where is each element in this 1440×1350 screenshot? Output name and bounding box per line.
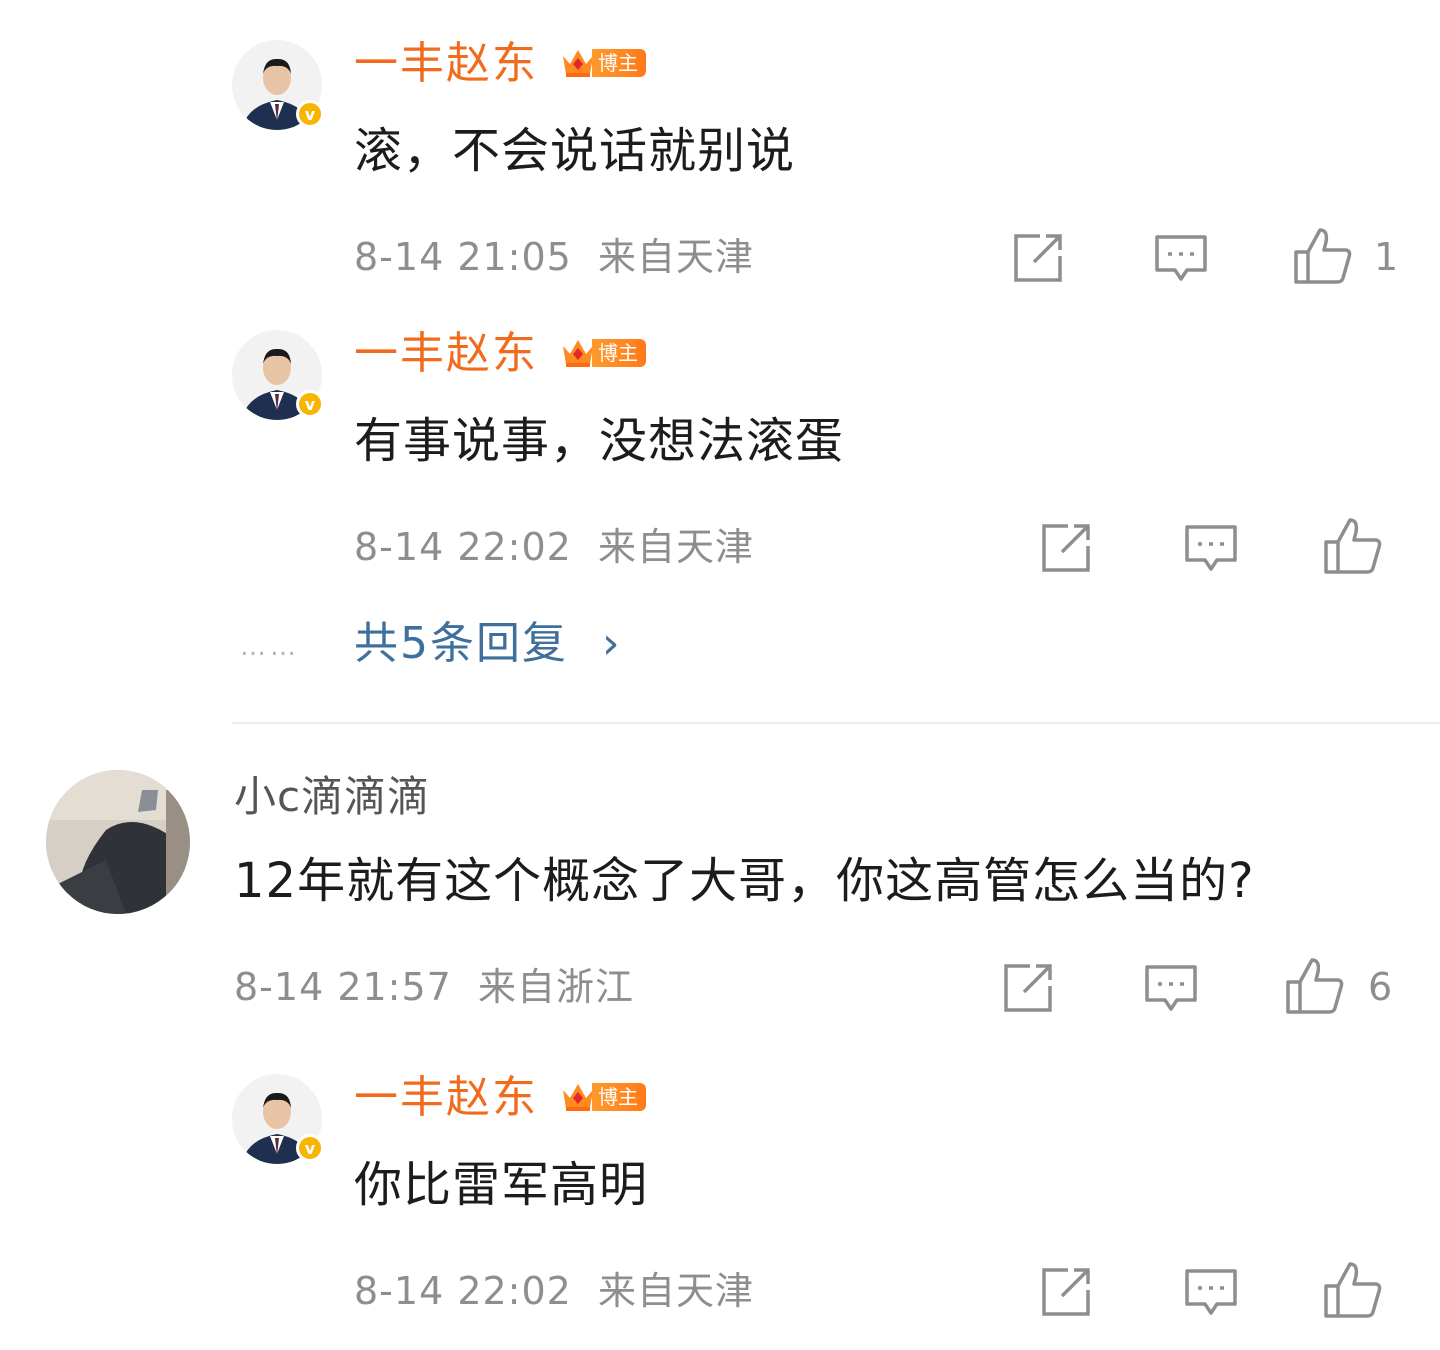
blogger-badge-label: 博主 <box>592 49 646 77</box>
crown-icon <box>563 1084 593 1111</box>
author-name[interactable]: 一丰赵东 <box>354 38 538 90</box>
blogger-badge: 博主 <box>560 1080 656 1114</box>
avatar[interactable]: v <box>232 1074 324 1164</box>
location: 来自天津 <box>598 235 755 279</box>
comment-meta: 8-14 21:05 来自天津 <box>354 234 754 280</box>
blogger-badge: 博主 <box>560 336 656 370</box>
share-icon[interactable] <box>1012 232 1064 284</box>
more-dots: …… <box>240 632 300 662</box>
view-more-label: 共5条回复 <box>354 618 568 669</box>
like-count: 6 <box>1368 965 1393 1009</box>
verified-icon: v <box>296 100 324 128</box>
blogger-badge-label: 博主 <box>592 1083 646 1111</box>
crown-icon <box>563 50 593 77</box>
location: 来自天津 <box>598 1269 755 1313</box>
blogger-badge-label: 博主 <box>592 339 646 367</box>
like-icon[interactable] <box>1322 1260 1384 1320</box>
timestamp: 8-14 22:02 <box>354 525 572 569</box>
blogger-badge: 博主 <box>560 46 656 80</box>
like-icon[interactable] <box>1292 226 1354 286</box>
comment-meta: 8-14 22:02 来自天津 <box>354 1268 754 1314</box>
share-icon[interactable] <box>1040 522 1092 574</box>
chevron-right-icon: › <box>602 618 622 669</box>
comment-text: 有事说事，没想法滚蛋 <box>354 413 845 469</box>
location: 来自浙江 <box>478 965 635 1009</box>
avatar[interactable]: v <box>232 330 324 420</box>
verified-icon: v <box>296 1134 324 1162</box>
avatar[interactable] <box>46 770 190 914</box>
comment-icon[interactable] <box>1144 964 1198 1014</box>
verified-icon: v <box>296 390 324 418</box>
timestamp: 8-14 22:02 <box>354 1269 572 1313</box>
like-icon[interactable] <box>1284 956 1346 1016</box>
comment-text: 你比雷军高明 <box>354 1157 649 1213</box>
author-name[interactable]: 一丰赵东 <box>354 328 538 380</box>
location: 来自天津 <box>598 525 755 569</box>
timestamp: 8-14 21:57 <box>234 965 452 1009</box>
share-icon[interactable] <box>1040 1266 1092 1318</box>
comment-meta: 8-14 22:02 来自天津 <box>354 524 754 570</box>
comment-meta: 8-14 21:57 来自浙江 <box>234 964 634 1010</box>
comment-icon[interactable] <box>1184 524 1238 574</box>
author-name[interactable]: 小c滴滴滴 <box>234 772 430 822</box>
comment-icon[interactable] <box>1154 234 1208 284</box>
share-icon[interactable] <box>1002 962 1054 1014</box>
author-name[interactable]: 一丰赵东 <box>354 1072 538 1124</box>
crown-icon <box>563 340 593 367</box>
avatar[interactable]: v <box>232 40 324 130</box>
like-count: 1 <box>1374 235 1399 279</box>
comment-text: 滚，不会说话就别说 <box>354 123 796 179</box>
divider <box>232 722 1440 724</box>
timestamp: 8-14 21:05 <box>354 235 572 279</box>
like-icon[interactable] <box>1322 516 1384 576</box>
comment-icon[interactable] <box>1184 1268 1238 1318</box>
view-more-replies-link[interactable]: 共5条回复 › <box>354 618 622 670</box>
comment-text: 12年就有这个概念了大哥，你这高管怎么当的? <box>234 853 1255 909</box>
